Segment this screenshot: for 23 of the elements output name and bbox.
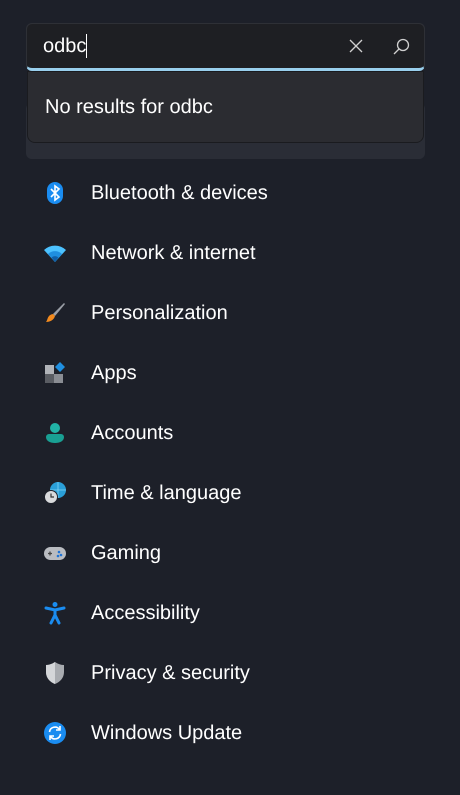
accessibility-icon	[43, 601, 67, 625]
globe-clock-icon	[43, 481, 67, 505]
nav-item[interactable]: Personalization	[26, 283, 434, 343]
update-icon	[43, 721, 67, 745]
nav-item[interactable]: Windows Update	[26, 703, 434, 763]
nav-item[interactable]: Bluetooth & devices	[26, 163, 434, 223]
nav-item[interactable]: Accounts	[26, 403, 434, 463]
search-field[interactable]: odbc	[26, 23, 425, 71]
shield-icon	[43, 661, 67, 685]
no-results-text: No results for odbc	[45, 95, 213, 120]
nav-item[interactable]: Apps	[26, 343, 434, 403]
nav-item[interactable]: Gaming	[26, 523, 434, 583]
paintbrush-icon	[43, 301, 67, 325]
nav-item[interactable]: Network & internet	[26, 223, 434, 283]
text-cursor	[86, 34, 88, 58]
nav-item[interactable]: Privacy & security	[26, 643, 434, 703]
close-icon[interactable]	[349, 39, 363, 53]
nav-item[interactable]: Accessibility	[26, 583, 434, 643]
search-icon[interactable]	[393, 38, 410, 54]
search-input-text: odbc	[43, 34, 86, 59]
person-icon	[43, 421, 67, 445]
nav-item[interactable]: Time & language	[26, 463, 434, 523]
apps-icon	[43, 361, 67, 385]
